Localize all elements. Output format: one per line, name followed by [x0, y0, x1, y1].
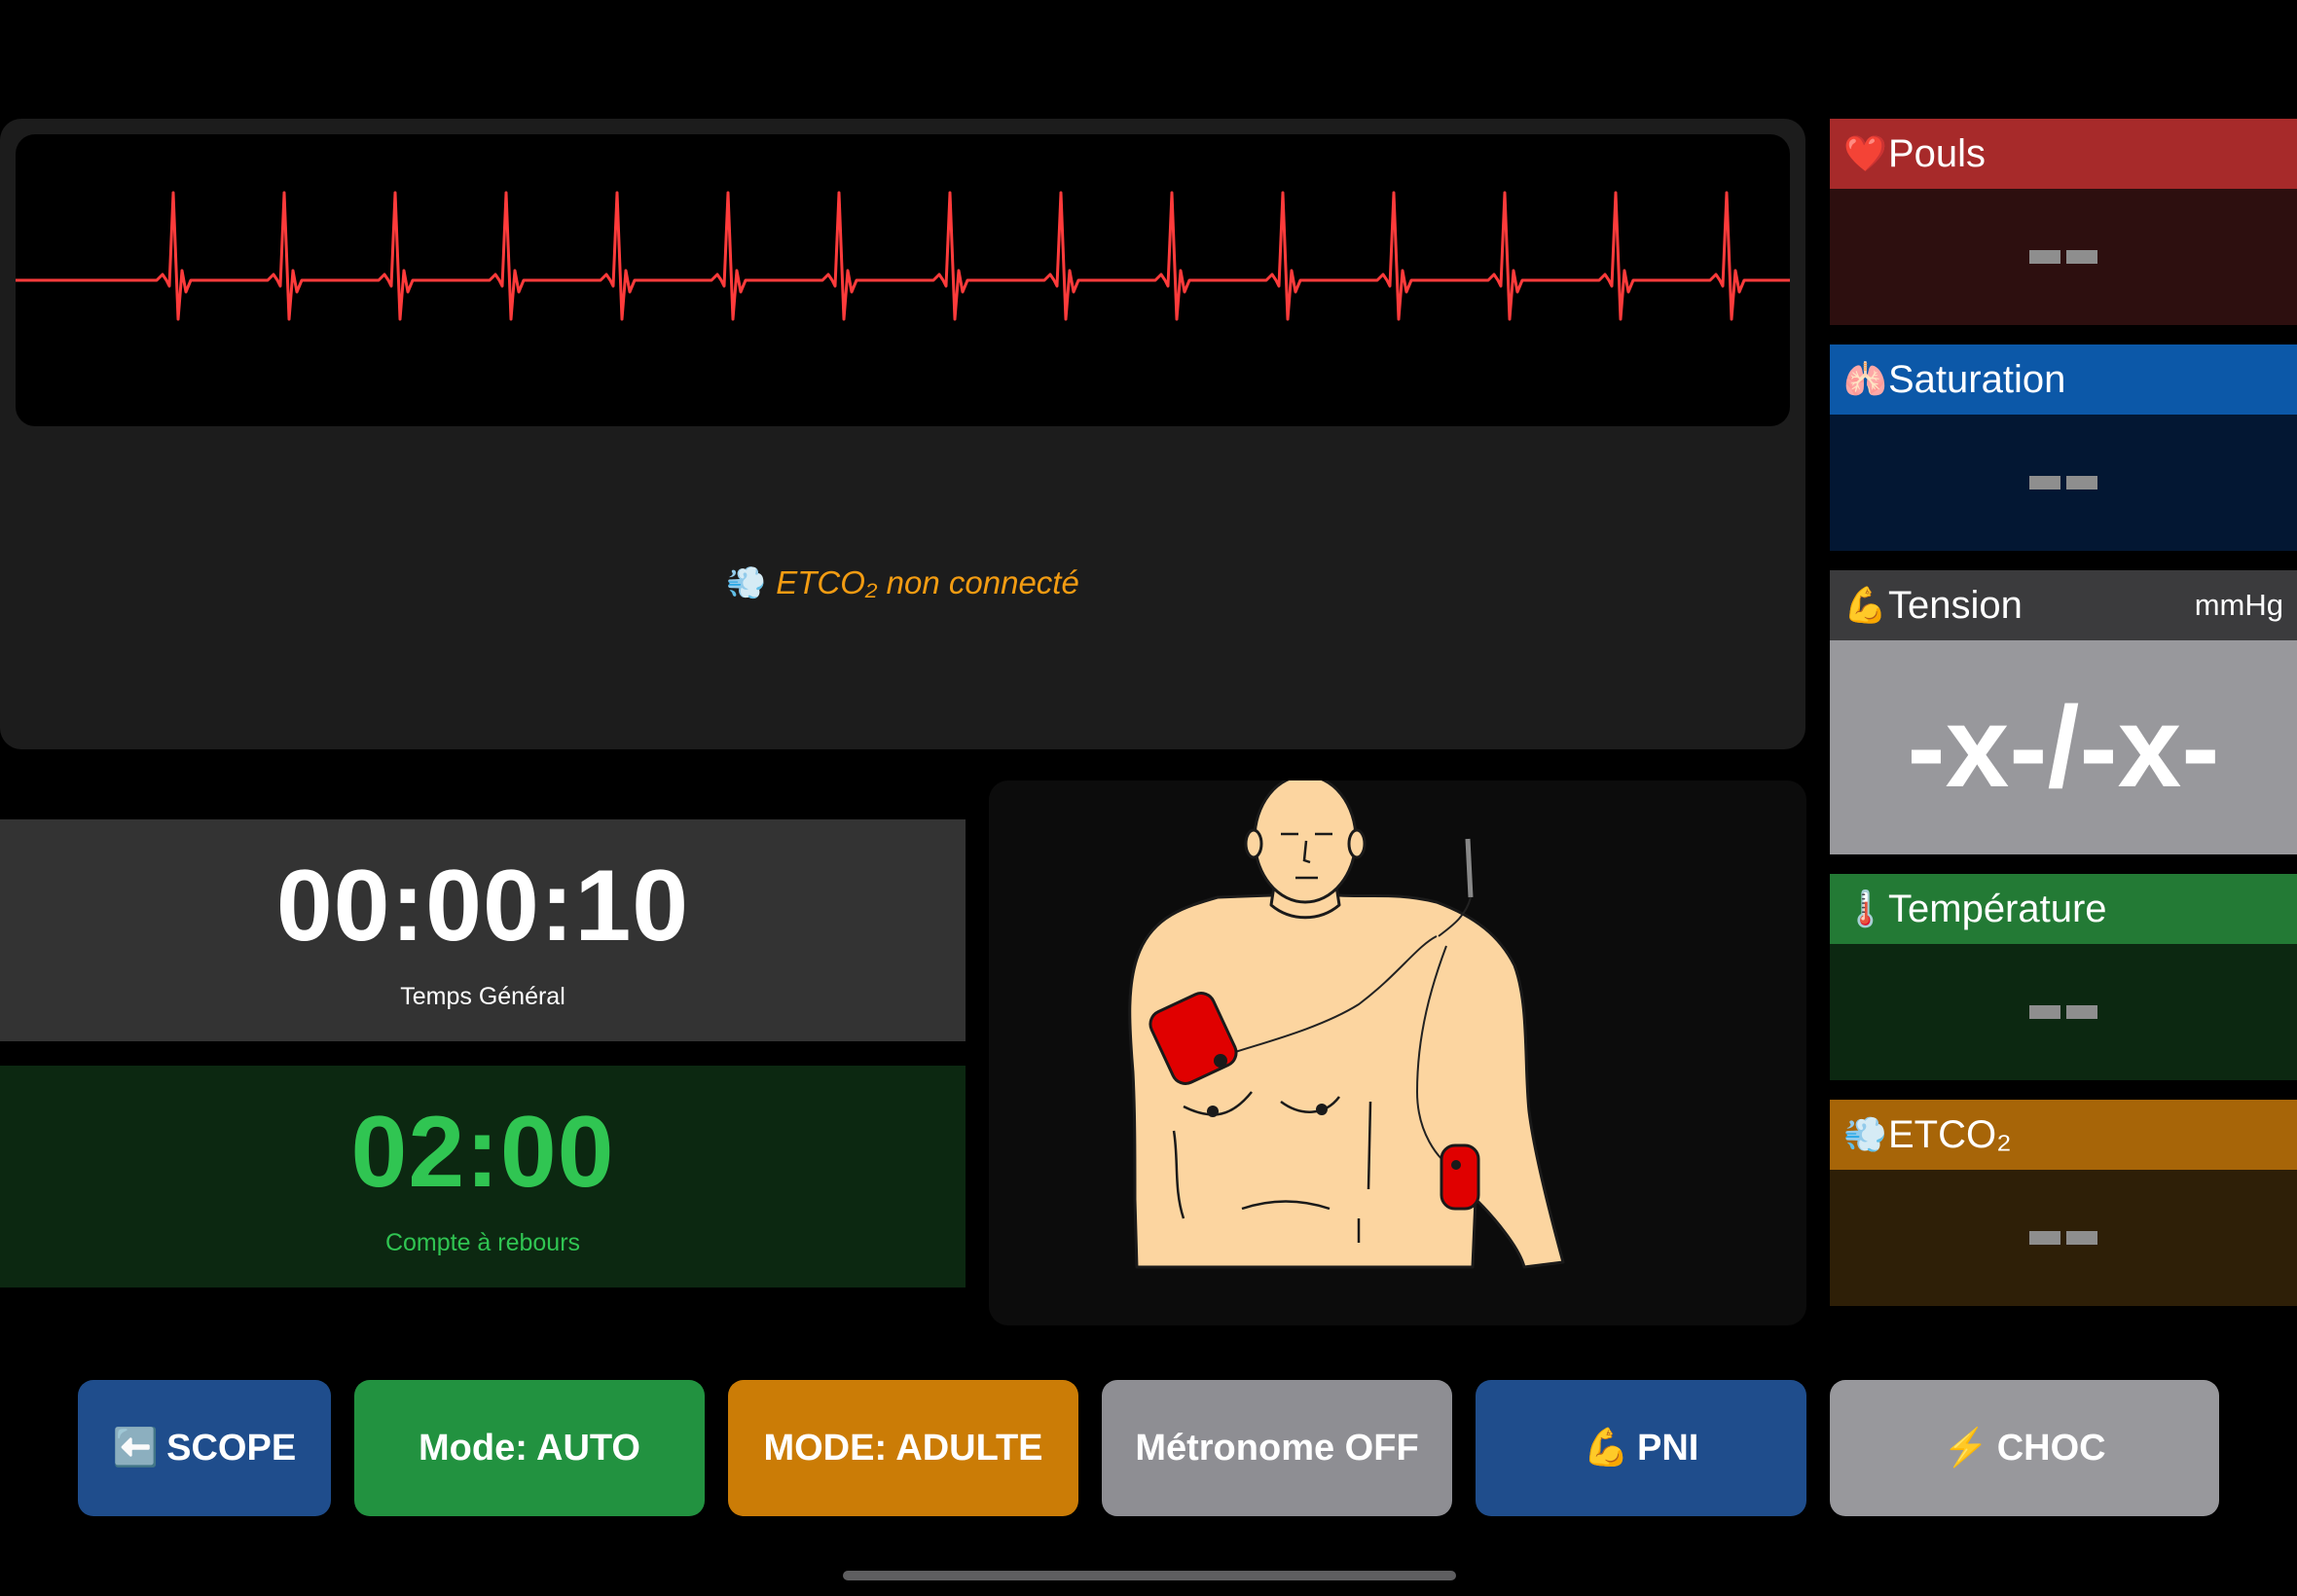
vital-etco2-value — [1830, 1170, 2297, 1306]
scope-button-label: SCOPE — [166, 1427, 297, 1469]
vital-tension-label: Tension — [1888, 583, 2023, 627]
empty-value-dashes — [2029, 1005, 2097, 1019]
vital-saturation-value — [1830, 415, 2297, 551]
thermometer-icon: 🌡️ — [1843, 889, 1887, 928]
general-timer: 00:00:10 Temps Général — [0, 819, 966, 1041]
patient-torso-illustration — [1128, 780, 1565, 1269]
mode-adulte-button[interactable]: MODE: ADULTE — [728, 1380, 1078, 1516]
left-nipple — [1207, 1106, 1219, 1117]
mode-adulte-button-label: MODE: ADULTE — [763, 1427, 1043, 1469]
ecg-trace-line — [16, 191, 1790, 321]
mode-auto-button[interactable]: Mode: AUTO — [354, 1380, 705, 1516]
pni-button[interactable]: 💪 PNI — [1476, 1380, 1806, 1516]
scope-button[interactable]: ⬅️ SCOPE — [78, 1380, 331, 1516]
ecg-trace-svg — [16, 191, 1790, 321]
vital-temperature-header: 🌡️ Température — [1830, 874, 2297, 944]
lower-left-pad — [1440, 1143, 1480, 1211]
countdown-timer-value: 02:00 — [350, 1096, 615, 1209]
empty-value-dashes — [2029, 1231, 2097, 1245]
flexed-biceps-icon: 💪 — [1843, 585, 1887, 625]
dash-wind-icon: 💨 — [1843, 1114, 1887, 1154]
vital-pouls-value — [1830, 189, 2297, 325]
vital-pouls-header: ❤️ Pouls — [1830, 119, 2297, 189]
vital-etco2-label: ETCO₂ — [1888, 1112, 2012, 1156]
empty-value-dashes — [2029, 476, 2097, 490]
home-indicator[interactable] — [843, 1571, 1456, 1580]
pad-placement-diagram — [989, 780, 1806, 1325]
vital-pouls: ❤️ Pouls — [1830, 119, 2297, 325]
empty-value-dashes — [2029, 250, 2097, 264]
vital-saturation-header: 🫁 Saturation — [1830, 345, 2297, 415]
vital-tension[interactable]: 💪 Tension mmHg -x-/-x- — [1830, 570, 2297, 854]
heart-icon: ❤️ — [1843, 133, 1887, 173]
pni-button-label: PNI — [1636, 1427, 1699, 1469]
vital-etco2-header: 💨 ETCO₂ — [1830, 1100, 2297, 1170]
lungs-icon: 🫁 — [1843, 359, 1887, 399]
metronome-button-label: Métronome OFF — [1135, 1427, 1419, 1469]
etco2-status-text: ETCO₂ non connecté — [776, 564, 1079, 600]
countdown-timer[interactable]: 02:00 Compte à rebours — [0, 1066, 966, 1288]
metronome-button[interactable]: Métronome OFF — [1102, 1380, 1452, 1516]
vital-temperature-value — [1830, 944, 2297, 1080]
choc-button-label: CHOC — [1996, 1427, 2106, 1469]
right-nipple — [1316, 1104, 1328, 1115]
vital-saturation: 🫁 Saturation — [1830, 345, 2297, 551]
left-arrow-icon: ⬅️ — [112, 1428, 160, 1469]
vital-tension-value: -x-/-x- — [1830, 640, 2297, 854]
flexed-biceps-icon: 💪 — [1583, 1428, 1629, 1469]
choc-button[interactable]: ⚡ CHOC — [1830, 1380, 2219, 1516]
general-timer-value: 00:00:10 — [275, 850, 690, 962]
etco2-status-message: 💨 ETCO₂ non connecté — [0, 564, 1805, 602]
general-timer-label: Temps Général — [400, 983, 565, 1010]
vital-etco2: 💨 ETCO₂ — [1830, 1100, 2297, 1306]
dash-wind-icon: 💨 — [726, 564, 767, 600]
ecg-waveform — [16, 134, 1790, 426]
vital-temperature-label: Température — [1888, 887, 2107, 930]
vital-tension-unit: mmHg — [2194, 588, 2283, 622]
lightning-icon: ⚡ — [1943, 1428, 1989, 1469]
vital-pouls-label: Pouls — [1888, 131, 1987, 175]
mode-auto-button-label: Mode: AUTO — [419, 1427, 640, 1469]
countdown-timer-label: Compte à rebours — [384, 1229, 581, 1256]
vital-saturation-label: Saturation — [1888, 357, 2066, 401]
vital-temperature: 🌡️ Température — [1830, 874, 2297, 1080]
vital-tension-header: 💪 Tension mmHg — [1830, 570, 2297, 640]
